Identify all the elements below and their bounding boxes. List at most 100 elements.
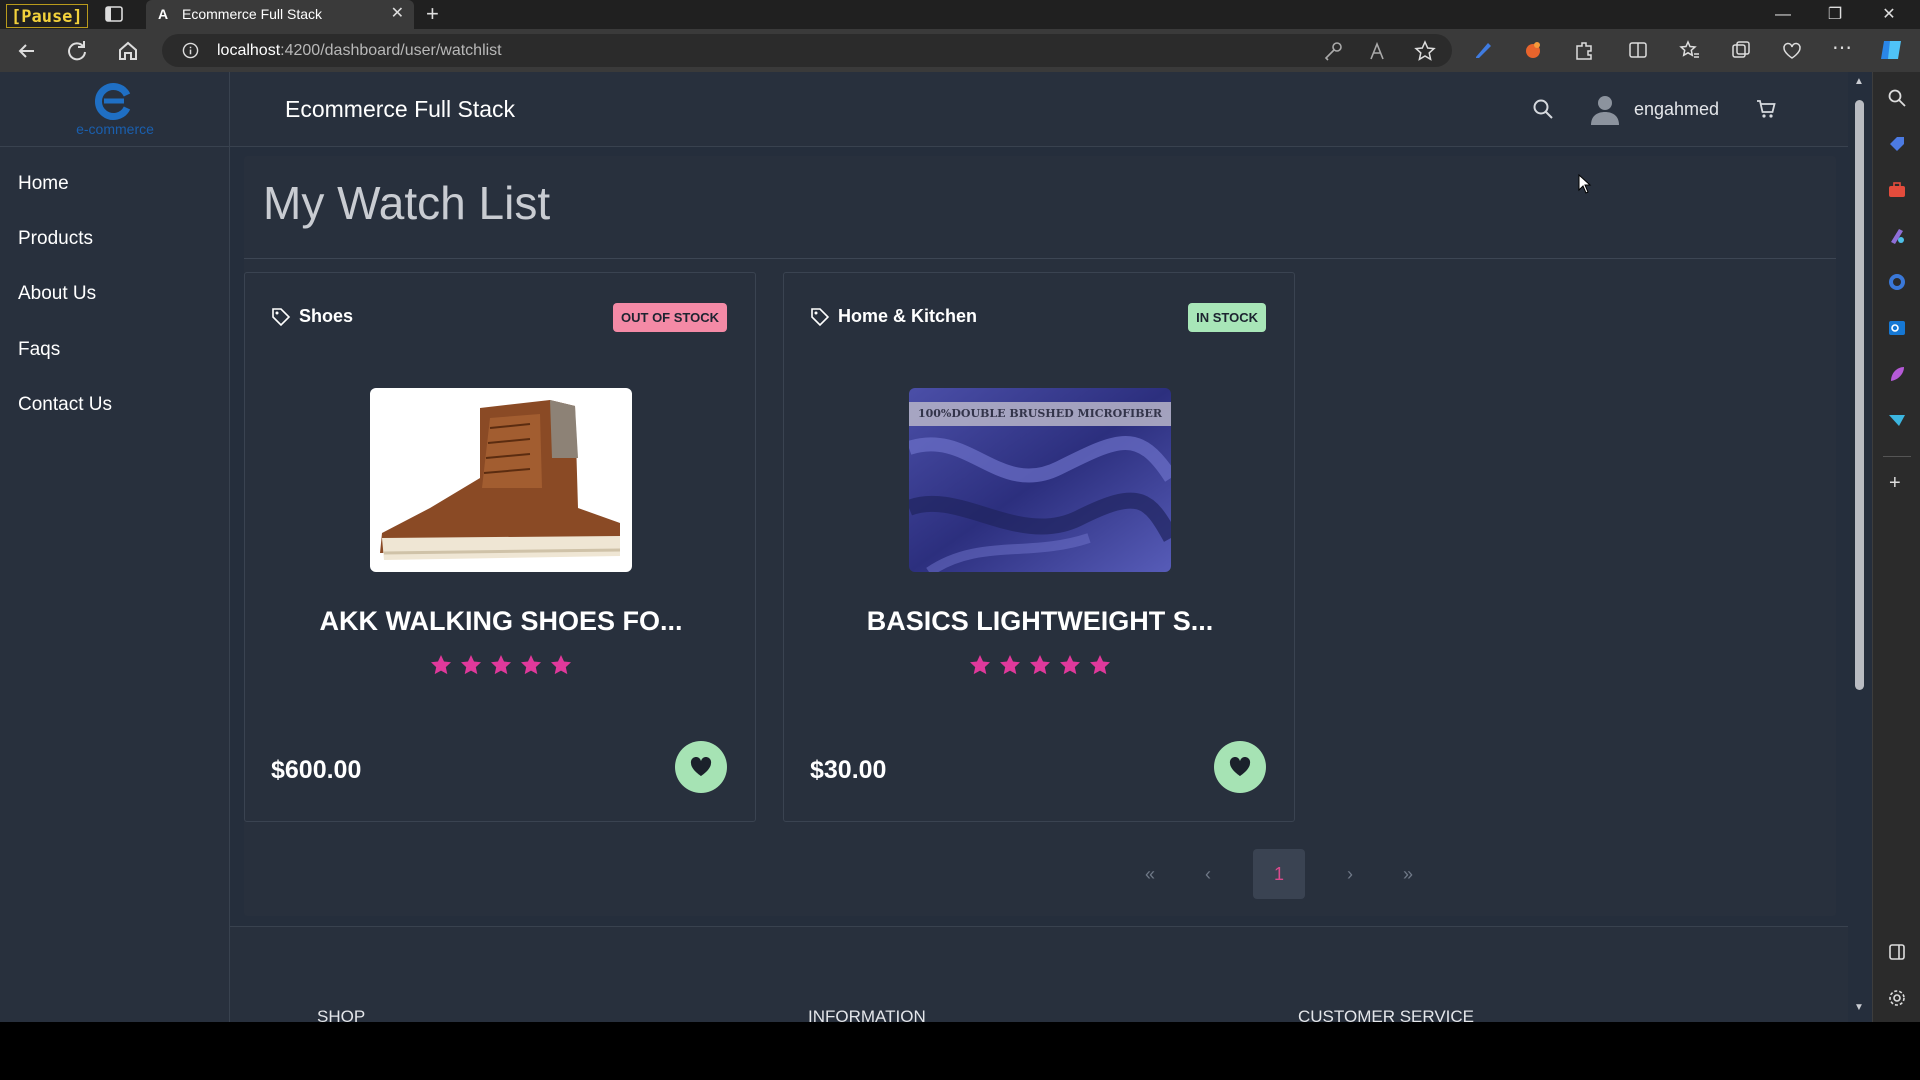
url-host: localhost <box>217 42 281 59</box>
star-icon <box>1030 655 1050 675</box>
product-name[interactable]: AKK WALKING SHOES FO... <box>245 606 757 637</box>
add-icon[interactable]: + <box>1889 472 1901 495</box>
rating-stars <box>784 653 1296 682</box>
url-text: localhost:4200/dashboard/user/watchlist <box>217 41 502 61</box>
angular-favicon-icon: A <box>158 6 169 22</box>
favorite-star-icon[interactable] <box>1414 40 1436 62</box>
read-aloud-icon[interactable] <box>1368 40 1390 62</box>
first-page-button[interactable]: « <box>1124 849 1176 899</box>
logo-text: e-commerce <box>76 121 154 137</box>
star-icon <box>491 655 511 675</box>
star-icon <box>1090 655 1110 675</box>
product-card[interactable]: Home & Kitchen IN STOCK 100%DOUBLE BRUSH… <box>783 272 1295 822</box>
site-info-icon[interactable] <box>182 42 199 59</box>
product-category: Shoes <box>299 306 354 326</box>
new-tab-icon[interactable]: + <box>426 1 439 27</box>
minimize-icon[interactable]: — <box>1758 0 1808 29</box>
top-header: Ecommerce Full Stack engahmed <box>230 72 1848 147</box>
divider <box>1883 456 1911 457</box>
star-icon <box>431 655 451 675</box>
username[interactable]: engahmed <box>1634 99 1719 120</box>
star-icon <box>521 655 541 675</box>
image-caption: 100%DOUBLE BRUSHED MICROFIBER <box>917 407 1163 420</box>
tools-briefcase-icon[interactable] <box>1887 180 1907 200</box>
shopping-tag-icon[interactable] <box>1887 134 1907 154</box>
edge-sidebar: + <box>1872 72 1920 1022</box>
prev-page-button[interactable]: ‹ <box>1182 849 1234 899</box>
sidebar-item-home[interactable]: Home <box>18 172 69 196</box>
search-icon[interactable] <box>1532 98 1554 120</box>
mouse-cursor-icon <box>1578 174 1592 194</box>
url-path: :4200/dashboard/user/watchlist <box>280 42 502 59</box>
games-icon[interactable] <box>1887 226 1907 246</box>
workspaces-icon[interactable] <box>104 4 124 24</box>
browser-essentials-icon[interactable] <box>1781 39 1803 61</box>
product-card[interactable]: Shoes OUT OF STOCK AKK WALKING SHOES FO.… <box>244 272 756 822</box>
sidebar-item-contact-us[interactable]: Contact Us <box>18 393 112 417</box>
collections-icon[interactable] <box>1730 39 1752 61</box>
tab-ecommerce[interactable]: A Ecommerce Full Stack ✕ <box>146 0 414 29</box>
sidebar-item-products[interactable]: Products <box>18 227 93 251</box>
rating-stars <box>245 653 757 682</box>
page-title: My Watch List <box>263 177 551 229</box>
sidebar-item-faqs[interactable]: Faqs <box>18 338 60 362</box>
scrollbar-thumb[interactable] <box>1855 100 1864 690</box>
copilot-icon[interactable] <box>1878 37 1904 63</box>
remove-from-watchlist-button[interactable] <box>1214 741 1266 793</box>
extension-orange-icon[interactable] <box>1522 39 1544 61</box>
designer-icon[interactable] <box>1887 364 1907 384</box>
sidebar-item-about-us[interactable]: About Us <box>18 282 96 306</box>
reload-icon[interactable] <box>62 36 92 66</box>
star-icon <box>970 655 990 675</box>
heart-icon <box>1229 757 1251 776</box>
close-window-icon[interactable]: ✕ <box>1864 0 1914 29</box>
user-avatar-icon[interactable] <box>1588 92 1622 126</box>
more-options-icon[interactable]: ⋯ <box>1832 35 1854 59</box>
microsoft-365-icon[interactable] <box>1887 272 1907 292</box>
send-icon[interactable] <box>1887 410 1907 430</box>
extension-pen-icon[interactable] <box>1472 39 1494 61</box>
hide-sidebar-icon[interactable] <box>1887 942 1907 962</box>
logo[interactable]: e-commerce <box>0 72 229 147</box>
search-icon[interactable] <box>1887 88 1907 108</box>
scroll-up-arrow-icon[interactable]: ▲ <box>1854 76 1864 87</box>
home-icon[interactable] <box>113 36 143 66</box>
address-field[interactable]: localhost:4200/dashboard/user/watchlist <box>162 34 1452 67</box>
product-name[interactable]: BASICS LIGHTWEIGHT S... <box>784 606 1296 637</box>
browser-titlebar: [Pause] A Ecommerce Full Stack ✕ + — ❐ ✕ <box>0 0 1920 29</box>
extensions-puzzle-icon[interactable] <box>1573 39 1595 61</box>
settings-gear-icon[interactable] <box>1887 988 1907 1008</box>
product-image[interactable]: 100%DOUBLE BRUSHED MICROFIBER <box>909 388 1171 572</box>
key-icon[interactable] <box>1322 40 1344 62</box>
favorites-icon[interactable] <box>1679 39 1701 61</box>
scroll-down-arrow-icon[interactable]: ▼ <box>1854 1002 1864 1013</box>
cart-icon[interactable] <box>1755 98 1777 120</box>
product-price: $30.00 <box>810 756 887 784</box>
next-page-button[interactable]: › <box>1324 849 1376 899</box>
brand-title[interactable]: Ecommerce Full Stack <box>285 96 515 123</box>
stock-badge: OUT OF STOCK <box>613 303 727 332</box>
footer-heading-customer-service: CUSTOMER SERVICE <box>1298 1007 1475 1022</box>
page-scrollbar[interactable]: ▲ ▼ <box>1848 72 1872 1022</box>
back-icon[interactable] <box>12 36 42 66</box>
last-page-button[interactable]: » <box>1382 849 1434 899</box>
restore-icon[interactable]: ❐ <box>1810 0 1860 29</box>
watchlist-panel: My Watch List Shoes OUT OF STOCK AKK WAL… <box>244 156 1836 916</box>
pause-label: [Pause] <box>6 4 88 28</box>
browser-toolbar: localhost:4200/dashboard/user/watchlist … <box>0 29 1920 72</box>
ecommerce-logo-icon <box>95 83 131 120</box>
star-icon <box>551 655 571 675</box>
outlook-icon[interactable] <box>1887 318 1907 338</box>
remove-from-watchlist-button[interactable] <box>675 741 727 793</box>
footer-heading-information: INFORMATION <box>808 1007 926 1022</box>
footer-heading-shop: SHOP <box>317 1007 366 1022</box>
split-screen-icon[interactable] <box>1627 39 1649 61</box>
tab-close-icon[interactable]: ✕ <box>391 3 404 23</box>
tab-title: Ecommerce Full Stack <box>182 6 323 22</box>
product-price: $600.00 <box>271 756 362 784</box>
stock-badge: IN STOCK <box>1188 303 1266 332</box>
app-root: e-commerce Home Products About Us Faqs C… <box>0 72 1848 1022</box>
letterbox <box>0 1022 1920 1080</box>
product-image[interactable] <box>370 388 632 572</box>
page-button-current[interactable]: 1 <box>1253 849 1305 899</box>
